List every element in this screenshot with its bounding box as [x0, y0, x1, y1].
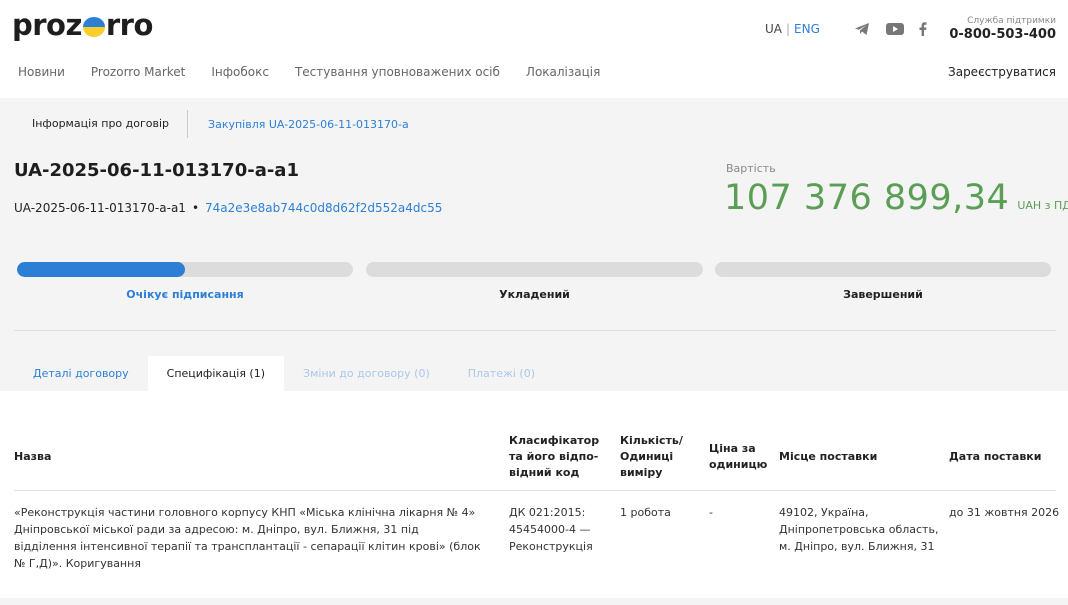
lang-eng[interactable]: ENG	[794, 22, 820, 36]
cost-currency: UAH з ПДВ	[1017, 199, 1068, 212]
contract-hash-link[interactable]: 74a2e3e8ab744c0d8d62f2d552a4dc55	[205, 201, 442, 215]
cell-price: -	[709, 506, 713, 519]
cost-amount: 107 376 899,34	[724, 178, 1010, 218]
subtab-tender-link[interactable]: Закупівля UA-2025-06-11-013170-a	[208, 118, 409, 131]
footer-strip	[0, 598, 1068, 605]
progress-bar-step-1	[17, 262, 353, 277]
subtabs: Інформація про договір Закупівля UA-2025…	[14, 110, 409, 138]
step-label-completed: Завершений	[843, 288, 923, 301]
divider	[14, 330, 1056, 331]
separator-dot: •	[191, 201, 200, 215]
tab-payments[interactable]: Платежі (0)	[449, 356, 554, 391]
main-nav: Новини Prozorro Market Інфобокс Тестуван…	[18, 65, 626, 79]
page-title: UA-2025-06-11-013170-a-a1	[14, 160, 299, 181]
tab-specification[interactable]: Специфікація (1)	[147, 356, 285, 391]
step-label-concluded: Укладений	[499, 288, 570, 301]
support-phone[interactable]: 0-800-503-400	[949, 27, 1056, 42]
ua-flag-o-icon	[82, 17, 105, 37]
lang-ua[interactable]: UA	[765, 22, 782, 36]
step-label-awaiting: Очікує підписання	[126, 288, 244, 301]
contract-id: UA-2025-06-11-013170-a-a1	[14, 201, 186, 215]
col-header-classifier: Класифікатор та його відпо-відний код	[509, 434, 600, 479]
col-header-quantity: Кількість/ Одиниці виміру	[620, 434, 683, 479]
progress-fill	[17, 262, 185, 277]
progress-bar-step-3	[715, 262, 1051, 277]
nav-testing[interactable]: Тестування уповноважених осіб	[295, 65, 500, 79]
cell-date: до 31 жовтня 2026	[949, 506, 1060, 519]
site-header: proz rro UA | ENG Служба підтримки 0-800-50…	[0, 0, 1068, 98]
nav-localization[interactable]: Локалізація	[526, 65, 600, 79]
register-link[interactable]: Зареєструватися	[948, 65, 1056, 79]
nav-news[interactable]: Новини	[18, 65, 65, 79]
nav-prozorro-market[interactable]: Prozorro Market	[91, 65, 185, 79]
col-header-price: Ціна за одиницю	[709, 442, 768, 471]
cell-name: «Реконструкція частини головного корпусу…	[14, 506, 481, 570]
youtube-icon[interactable]	[886, 22, 904, 36]
progress-bar-step-2	[366, 262, 703, 277]
contract-tabs: Деталі договору Специфікація (1) Зміни д…	[14, 356, 554, 391]
subtab-contract-info[interactable]: Інформація про договір	[14, 110, 189, 138]
cost-value: 107 376 899,34 UAH з ПДВ	[724, 178, 1068, 218]
support-block: Служба підтримки 0-800-503-400	[949, 16, 1056, 42]
contract-summary: Інформація про договір Закупівля UA-2025…	[0, 98, 1068, 391]
cost-label: Вартість	[726, 162, 776, 175]
table-header-divider	[14, 490, 1056, 491]
tab-contract-changes[interactable]: Зміни до договору (0)	[284, 356, 449, 391]
facebook-icon[interactable]	[919, 22, 927, 36]
cell-place: 49102, Україна, Дніпропетровська область…	[779, 506, 939, 553]
col-header-date: Дата поставки	[949, 450, 1042, 463]
lang-separator: |	[786, 22, 791, 36]
prozorro-logo[interactable]: proz rro	[12, 8, 153, 42]
tab-contract-details[interactable]: Деталі договору	[14, 356, 148, 391]
support-label: Служба підтримки	[967, 16, 1056, 26]
language-switcher: UA | ENG	[765, 22, 820, 36]
nav-infobox[interactable]: Інфобокс	[211, 65, 269, 79]
cell-quantity: 1 робота	[620, 506, 671, 519]
contract-id-line: UA-2025-06-11-013170-a-a1 • 74a2e3e8ab744c…	[14, 201, 442, 215]
col-header-place: Місце поставки	[779, 450, 878, 463]
cell-classifier: ДК 021:2015: 45454000-4 — Реконструкція	[509, 506, 593, 553]
col-header-name: Назва	[14, 450, 52, 463]
telegram-icon[interactable]	[854, 22, 870, 36]
